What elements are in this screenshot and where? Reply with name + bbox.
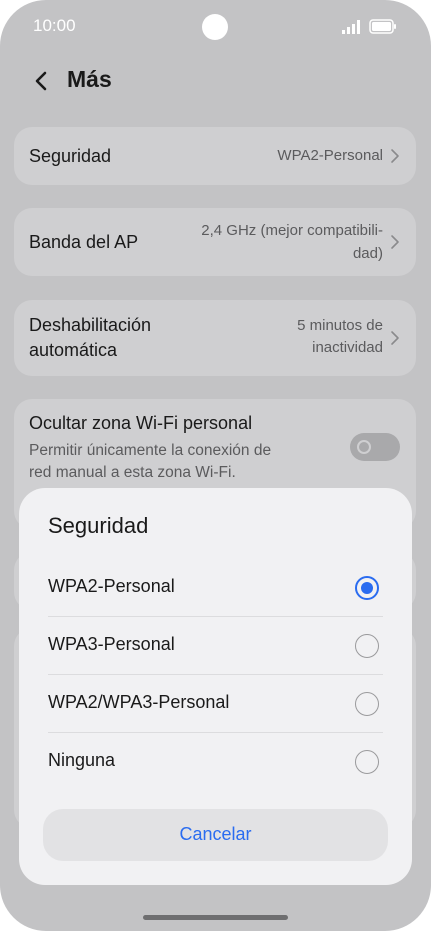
option-wpa2-wpa3-personal[interactable]: WPA2/WPA3-Personal bbox=[19, 675, 412, 733]
option-wpa2-personal[interactable]: WPA2-Personal bbox=[19, 559, 412, 617]
battery-icon bbox=[369, 19, 396, 34]
hide-hotspot-description-line2: red manual a esta zona Wi-Fi. bbox=[29, 464, 236, 481]
security-label: Seguridad bbox=[29, 146, 112, 166]
chevron-right-icon bbox=[391, 235, 399, 249]
band-setting[interactable]: Banda del AP 2,4 GHz (mejor compatibili-… bbox=[14, 208, 416, 276]
auto-disable-value-line2: inactividad bbox=[312, 339, 383, 356]
back-arrow-icon[interactable] bbox=[30, 66, 56, 96]
hide-hotspot-toggle[interactable] bbox=[350, 433, 400, 461]
auto-disable-label-line1: Deshabilitación bbox=[29, 315, 152, 335]
chevron-right-icon bbox=[391, 331, 399, 345]
auto-disable-label-line2: automática bbox=[29, 340, 118, 360]
radio-unselected-icon[interactable] bbox=[355, 692, 379, 716]
hide-hotspot-description-line1: Permitir únicamente la conexión de bbox=[29, 442, 272, 459]
cancel-button[interactable]: Cancelar bbox=[43, 809, 388, 861]
radio-unselected-icon[interactable] bbox=[355, 634, 379, 658]
dialog-title: Seguridad bbox=[48, 513, 149, 538]
auto-disable-value-line1: 5 minutos de bbox=[297, 317, 383, 334]
phone-screen: 10:00 Más Seguridad WPA2-Personal Banda … bbox=[0, 0, 431, 931]
security-value: WPA2-Personal bbox=[277, 147, 383, 164]
cancel-label: Cancelar bbox=[179, 824, 252, 844]
band-value-line1: 2,4 GHz (mejor compatibili- bbox=[201, 222, 383, 239]
option-label: WPA3-Personal bbox=[48, 634, 175, 654]
status-time: 10:00 bbox=[33, 16, 76, 35]
camera-cutout bbox=[202, 14, 228, 40]
hide-hotspot-label: Ocultar zona Wi-Fi personal bbox=[29, 413, 253, 433]
option-label: WPA2-Personal bbox=[48, 576, 175, 596]
option-none[interactable]: Ninguna bbox=[19, 733, 412, 791]
status-bar: 10:00 bbox=[0, 0, 431, 52]
security-setting[interactable]: Seguridad WPA2-Personal bbox=[14, 127, 416, 185]
option-wpa3-personal[interactable]: WPA3-Personal bbox=[19, 617, 412, 675]
radio-selected-icon[interactable] bbox=[355, 576, 379, 600]
chevron-right-icon bbox=[391, 149, 399, 163]
page-title: Más bbox=[67, 66, 112, 92]
band-value-line2: dad) bbox=[352, 245, 383, 262]
auto-disable-setting[interactable]: Deshabilitación automática 5 minutos de … bbox=[14, 300, 416, 376]
radio-unselected-icon[interactable] bbox=[355, 750, 379, 774]
home-indicator[interactable] bbox=[143, 915, 288, 920]
signal-icon bbox=[342, 20, 360, 34]
toggle-knob bbox=[357, 440, 371, 454]
option-label: Ninguna bbox=[48, 750, 116, 770]
band-label: Banda del AP bbox=[29, 232, 139, 252]
option-label: WPA2/WPA3-Personal bbox=[48, 692, 230, 712]
security-dialog: Seguridad WPA2-Personal WPA3-Personal WP… bbox=[19, 488, 412, 885]
